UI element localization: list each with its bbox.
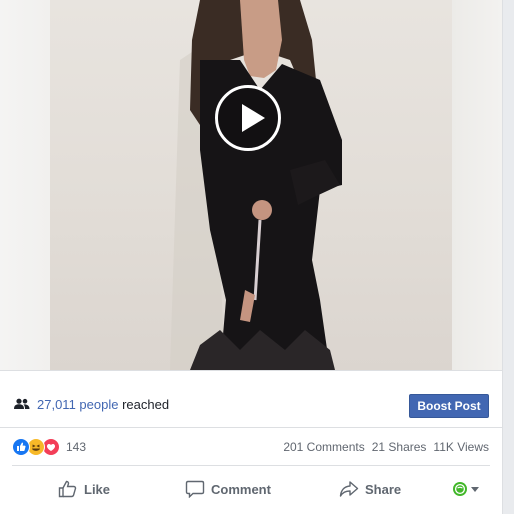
like-button[interactable]: Like: [58, 478, 110, 500]
comment-bubble-icon: [185, 480, 205, 498]
comment-button[interactable]: Comment: [185, 478, 271, 500]
comments-count-link[interactable]: 201 Comments: [283, 440, 364, 454]
engagement-counts: 201 Comments 21 Shares 11K Views: [276, 440, 489, 454]
reach-suffix: reached: [118, 397, 170, 412]
post-actions-row: Like Comment Share: [0, 472, 502, 506]
like-label: Like: [84, 481, 111, 497]
reactions-count[interactable]: 143: [66, 440, 86, 454]
reach-text: 27,011 people reached: [37, 397, 169, 412]
video-letterbox-right: [452, 0, 502, 370]
comment-label: Comment: [211, 481, 271, 497]
share-label: Share: [365, 481, 402, 497]
video-player[interactable]: [0, 0, 502, 370]
video-letterbox-left: [0, 0, 50, 370]
post-card: 27,011 people reached Boost Post 143 201…: [0, 0, 503, 514]
reach-row: 27,011 people reached Boost Post: [0, 384, 502, 428]
divider: [12, 465, 490, 466]
thumbs-up-icon: [58, 480, 77, 498]
divider: [0, 370, 502, 371]
views-count[interactable]: 11K Views: [433, 440, 489, 454]
video-thumbnail-figure: [170, 0, 342, 370]
people-icon: [14, 398, 30, 409]
boost-post-button[interactable]: Boost Post: [409, 394, 489, 418]
play-icon: [242, 104, 265, 132]
reactions-summary[interactable]: [12, 438, 64, 456]
play-button[interactable]: [215, 85, 281, 151]
like-reaction-icon: [12, 438, 30, 456]
audience-selector-icon: [453, 482, 479, 496]
reach-count-link[interactable]: 27,011 people: [37, 397, 118, 412]
audience-selector[interactable]: [452, 480, 486, 498]
post-stats-row: 143 201 Comments 21 Shares 11K Views: [0, 428, 502, 464]
share-button[interactable]: Share: [339, 478, 401, 500]
share-arrow-icon: [339, 481, 359, 497]
shares-count-link[interactable]: 21 Shares: [372, 440, 427, 454]
